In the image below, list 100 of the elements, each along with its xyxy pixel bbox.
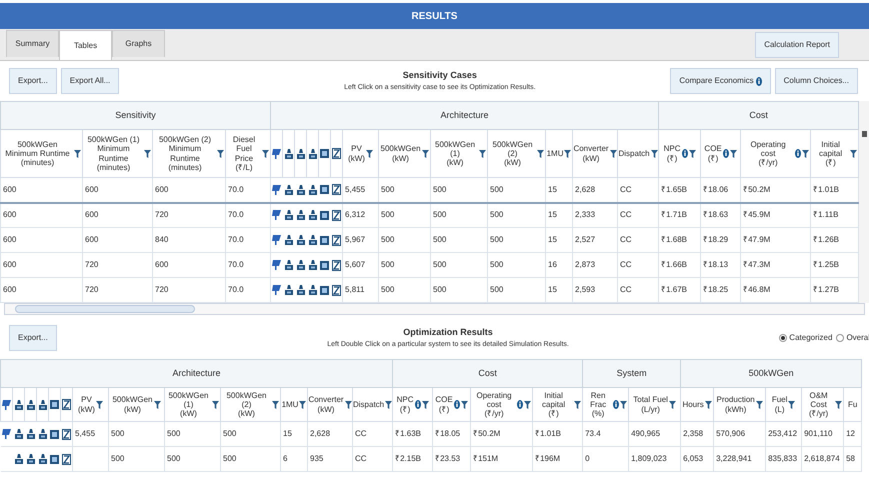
- info-icon[interactable]: [613, 400, 620, 409]
- column-header[interactable]: [282, 130, 295, 178]
- column-header[interactable]: Converter (kW): [308, 388, 352, 422]
- column-header[interactable]: Dispatch: [352, 388, 393, 422]
- tab[interactable]: Tables: [59, 30, 112, 60]
- column-header[interactable]: NPC (₹): [392, 388, 433, 422]
- radio-option[interactable]: Overal: [836, 332, 869, 344]
- table-row[interactable]: 5,455 500 500 500 15 2,628 CC ₹1.63B ₹18.05 ₹50.2M ₹1.01B 73.4 490,965 2,358 570,906 253,412 901,110 12: [0, 422, 862, 446]
- column-header[interactable]: O&M Cost (₹/yr): [802, 388, 844, 422]
- column-header[interactable]: NPC (₹): [658, 130, 701, 178]
- column-header[interactable]: Fu: [844, 388, 862, 422]
- table-cell: 500: [490, 210, 504, 220]
- horizontal-scrollbar[interactable]: [4, 303, 865, 315]
- filter-icon[interactable]: [756, 400, 763, 408]
- column-header[interactable]: [306, 130, 319, 178]
- radio-icon[interactable]: [779, 334, 788, 342]
- column-header[interactable]: PV (kW): [342, 130, 379, 178]
- info-icon[interactable]: [414, 400, 421, 409]
- column-header[interactable]: 500kWGen (1) (kW): [164, 388, 220, 422]
- column-header[interactable]: Dispatch: [618, 130, 659, 178]
- column-header[interactable]: PV (kW): [72, 388, 108, 422]
- info-icon[interactable]: [795, 149, 802, 158]
- column-label: Hours: [682, 400, 704, 410]
- table-cell: 2,527: [575, 235, 596, 244]
- column-header[interactable]: Initial capital (₹): [532, 388, 583, 422]
- column-header[interactable]: 500kWGen (2) (kW): [488, 130, 546, 178]
- info-icon[interactable]: [454, 400, 460, 409]
- column-header[interactable]: 500kWGen (1) Minimum Runtime (minutes): [82, 130, 152, 178]
- table-cell: 840: [155, 235, 168, 244]
- column-header[interactable]: COE (₹): [700, 130, 741, 178]
- column-header[interactable]: 500kWGen (2) (kW): [220, 388, 280, 422]
- export-button[interactable]: Export All...: [60, 68, 120, 94]
- table-row[interactable]: 600 600 600 70.0 5,455 500 500 500 15 2,628 CC ₹1.65B ₹18.06 ₹50.2M ₹1.01B: [0, 178, 859, 202]
- scrollbar-thumb[interactable]: [15, 305, 195, 313]
- column-header[interactable]: Operating cost (₹/yr): [470, 388, 533, 422]
- radio-option[interactable]: Categorized: [779, 332, 832, 344]
- radio-icon[interactable]: [836, 334, 844, 342]
- table-cell: 720: [85, 260, 98, 269]
- column-header[interactable]: [0, 388, 12, 422]
- column-header[interactable]: Total Fuel (L/yr): [628, 388, 681, 422]
- square-icon: [320, 286, 330, 294]
- filter-icon[interactable]: [154, 400, 161, 408]
- column-header[interactable]: 500kWGen (kW): [108, 388, 164, 422]
- column-header[interactable]: Operating cost (₹/yr): [740, 130, 811, 178]
- column-header[interactable]: Production (kWh): [714, 388, 766, 422]
- filter-icon[interactable]: [366, 150, 373, 158]
- info-icon[interactable]: [756, 76, 762, 86]
- column-header[interactable]: [294, 130, 307, 178]
- column-header[interactable]: [270, 130, 283, 178]
- column-header[interactable]: 500kWGen (kW): [378, 130, 431, 178]
- export-button[interactable]: Export...: [9, 325, 57, 351]
- generator-icon: [284, 285, 293, 295]
- square-icon: [320, 185, 330, 194]
- table-cell: ₹151M: [473, 454, 498, 463]
- generator-icon: [284, 184, 293, 195]
- info-icon[interactable]: [682, 149, 688, 158]
- info-icon[interactable]: [722, 149, 729, 158]
- info-icon[interactable]: [517, 400, 524, 409]
- column-header[interactable]: Fuel (L): [766, 388, 802, 422]
- column-header[interactable]: Initial capital (₹): [810, 130, 859, 178]
- column-header[interactable]: Ren Frac (%): [582, 388, 629, 422]
- filter-icon[interactable]: [788, 400, 796, 408]
- vertical-scrollbar[interactable]: [859, 101, 869, 303]
- column-header[interactable]: [318, 130, 331, 178]
- column-header[interactable]: Diesel Fuel Price (₹/L): [226, 130, 271, 178]
- filter-icon[interactable]: [96, 400, 103, 408]
- generator-icon: [296, 210, 305, 220]
- calculation-report-button[interactable]: Calculation Report: [755, 32, 839, 58]
- column-header[interactable]: 500kWGen (2) Minimum Runtime (minutes): [152, 130, 226, 178]
- table-row[interactable]: 600 720 600 70.0 5,607 500 500 500 16 2,873 CC ₹1.66B ₹18.13 ₹47.3M ₹1.25B: [0, 252, 859, 278]
- column-unit: (minutes): [20, 158, 54, 168]
- filter-icon[interactable]: [460, 400, 468, 408]
- solar-panel-icon: [272, 260, 282, 270]
- table-cell: 500: [433, 285, 446, 294]
- table-cell: 15: [283, 429, 292, 438]
- compare-economics-button[interactable]: Compare Economics: [670, 68, 771, 94]
- column-header[interactable]: 1MU: [546, 130, 573, 178]
- column-header[interactable]: 1MU: [280, 388, 308, 422]
- tab[interactable]: Summary: [6, 30, 59, 57]
- table-cell: ₹46.8M: [743, 285, 770, 294]
- table-cell: 6,053: [683, 454, 704, 463]
- column-header[interactable]: Hours: [680, 388, 714, 422]
- column-header[interactable]: 500kWGen Minimum Runtime (minutes): [0, 130, 82, 178]
- column-header[interactable]: 500kWGen (1) (kW): [430, 130, 488, 178]
- table-row[interactable]: 600 600 840 70.0 5,967 500 500 500 15 2,527 CC ₹1.68B ₹18.29 ₹47.9M ₹1.26B: [0, 228, 859, 252]
- export-button[interactable]: Export...: [9, 68, 57, 94]
- filter-icon[interactable]: [668, 400, 676, 408]
- table-row[interactable]: 600 600 720 70.0 6,312 500 500 500 15 2,333 CC ₹1.71B ₹18.63 ₹45.9M ₹1.11B: [0, 202, 859, 228]
- column-choices-button[interactable]: Column Choices...: [774, 68, 858, 94]
- column-header[interactable]: COE (₹): [432, 388, 471, 422]
- filter-icon[interactable]: [688, 150, 696, 158]
- filter-icon[interactable]: [730, 150, 737, 158]
- column-header[interactable]: [330, 130, 343, 178]
- table-cell: CC: [620, 260, 632, 269]
- table-row[interactable]: 500 500 500 6 935 CC ₹2.15B ₹23.53 ₹151M ₹196M 0 1,809,023 6,053 3,228,941 835,833 2,618,874 58: [0, 446, 862, 472]
- column-header[interactable]: Converter (kW): [572, 130, 618, 178]
- table-cell: 500: [490, 235, 504, 244]
- table-row[interactable]: 600 720 720 70.0 5,811 500 500 500 15 2,593 CC ₹1.67B ₹18.25 ₹46.8M ₹1.27B: [0, 278, 859, 302]
- filter-icon[interactable]: [422, 400, 429, 408]
- tab[interactable]: Graphs: [112, 30, 165, 57]
